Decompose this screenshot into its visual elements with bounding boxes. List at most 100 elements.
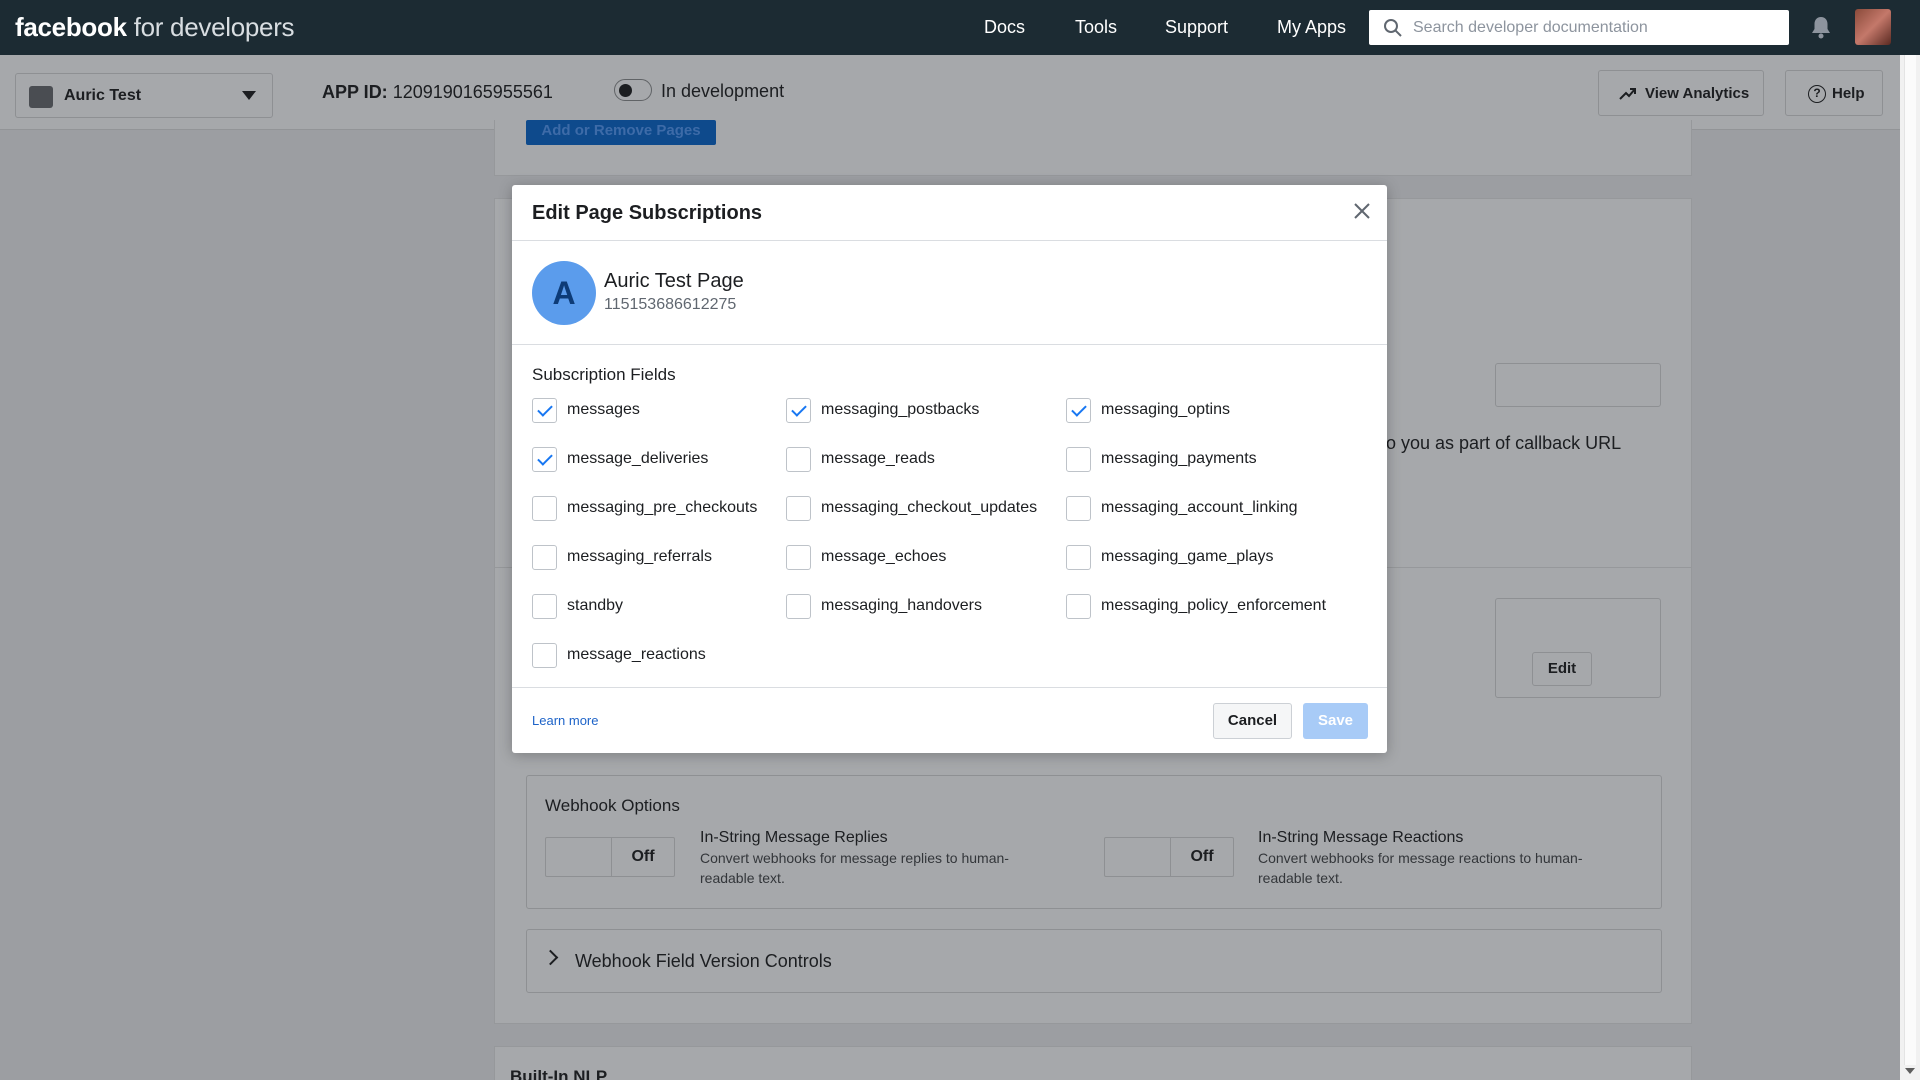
message-reactions-title: In-String Message Reactions (1258, 829, 1464, 846)
checkbox[interactable] (532, 593, 557, 619)
subscription-field-messaging-pre-checkouts[interactable]: messaging_pre_checkouts (532, 494, 757, 522)
checkbox[interactable] (532, 544, 557, 570)
edit-page-subscriptions-dialog: Edit Page Subscriptions A Auric Test Pag… (512, 185, 1387, 753)
checkbox-label: messaging_handovers (821, 597, 982, 614)
checkbox[interactable] (786, 593, 811, 619)
nav-link-docs[interactable]: Docs (984, 17, 1025, 38)
message-replies-description: Convert webhooks for message replies to … (700, 850, 1009, 886)
nav-link-my-apps[interactable]: My Apps (1277, 17, 1346, 38)
edit-subscription-button[interactable]: Edit (1532, 652, 1592, 686)
save-button[interactable]: Save (1303, 703, 1368, 739)
checkbox[interactable] (1066, 544, 1091, 570)
message-reactions-toggle-state: Off (1170, 838, 1233, 876)
checkbox[interactable] (532, 495, 557, 521)
checkbox[interactable] (532, 397, 557, 423)
chevron-down-icon (242, 91, 256, 100)
callback-url-field[interactable] (1495, 363, 1661, 407)
page-scrollbar[interactable] (1900, 55, 1920, 1080)
nlp-title: Built-In NLP (510, 1067, 608, 1080)
dialog-title: Edit Page Subscriptions (532, 202, 763, 224)
notifications-bell-icon[interactable] (1808, 14, 1834, 40)
checkbox[interactable] (1066, 397, 1091, 423)
app-id-value: 1209190165955561 (392, 82, 553, 102)
checkbox[interactable] (1066, 495, 1091, 521)
checkbox[interactable] (532, 446, 557, 472)
subscription-field-message-reactions[interactable]: message_reactions (532, 641, 706, 669)
app-selector-dropdown[interactable]: Auric Test (15, 73, 273, 118)
facebook-developers-logo[interactable]: facebook for developers (15, 12, 295, 43)
scroll-down-arrow-icon[interactable] (1905, 1068, 1915, 1074)
version-controls-label[interactable]: Webhook Field Version Controls (575, 951, 832, 972)
subscription-field-messages[interactable]: messages (532, 396, 640, 424)
subscription-field-messaging-policy-enforcement[interactable]: messaging_policy_enforcement (1066, 592, 1326, 620)
add-remove-pages-button[interactable]: Add or Remove Pages (526, 120, 716, 145)
checkbox[interactable] (786, 397, 811, 423)
message-replies-title: In-String Message Replies (700, 829, 888, 846)
subscription-field-messaging-optins[interactable]: messaging_optins (1066, 396, 1230, 424)
help-button[interactable]: ? Help (1785, 70, 1883, 116)
search-input[interactable]: Search developer documentation (1369, 10, 1789, 45)
checkbox-label: messaging_account_linking (1101, 499, 1298, 516)
scrollbar-thumb[interactable] (1904, 55, 1916, 1065)
checkbox[interactable] (786, 495, 811, 521)
page-id: 115153686612275 (604, 296, 737, 313)
page-info: A Auric Test Page 115153686612275 (512, 241, 1387, 345)
subscription-field-messaging-postbacks[interactable]: messaging_postbacks (786, 396, 979, 424)
nlp-card: Built-In NLP (494, 1046, 1692, 1080)
development-mode-toggle[interactable] (614, 79, 652, 101)
subscription-fields-label: Subscription Fields (532, 365, 676, 384)
page-name: Auric Test Page (604, 270, 744, 292)
checkbox-label: messaging_checkout_updates (821, 499, 1038, 516)
message-reactions-description: Convert webhooks for message reactions t… (1258, 850, 1583, 886)
dialog-header: Edit Page Subscriptions (512, 185, 1387, 241)
close-icon[interactable] (1350, 199, 1374, 223)
help-label: Help (1832, 85, 1865, 102)
app-name: Auric Test (64, 87, 142, 104)
dialog-footer: Learn more Cancel Save (512, 687, 1387, 753)
subscription-field-message-deliveries[interactable]: message_deliveries (532, 445, 708, 473)
message-replies-toggle-state: Off (611, 838, 674, 876)
user-avatar[interactable] (1855, 9, 1891, 45)
message-replies-toggle[interactable]: Off (545, 837, 675, 877)
checkbox-label: standby (567, 597, 624, 614)
view-analytics-button[interactable]: View Analytics (1598, 70, 1764, 116)
checkbox-label: messaging_game_plays (1101, 548, 1274, 565)
learn-more-link[interactable]: Learn more (532, 713, 598, 728)
checkbox[interactable] (532, 642, 557, 668)
app-id: APP ID: 1209190165955561 (322, 82, 553, 103)
subscription-field-message-reads[interactable]: message_reads (786, 445, 935, 473)
subscription-field-messaging-game-plays[interactable]: messaging_game_plays (1066, 543, 1274, 571)
brand-bold: facebook (15, 12, 127, 42)
checkbox-label: messaging_referrals (567, 548, 712, 565)
pages-card: Add or Remove Pages (494, 120, 1692, 176)
search-placeholder: Search developer documentation (1413, 19, 1648, 36)
subscription-field-messaging-referrals[interactable]: messaging_referrals (532, 543, 712, 571)
subscription-field-standby[interactable]: standby (532, 592, 623, 620)
nav-link-tools[interactable]: Tools (1075, 17, 1117, 38)
subscription-field-message-echoes[interactable]: message_echoes (786, 543, 946, 571)
checkbox-label: messaging_policy_enforcement (1101, 597, 1327, 614)
checkbox-label: messaging_postbacks (821, 401, 980, 418)
brand-light: for developers (133, 12, 295, 42)
checkbox-label: messaging_optins (1101, 401, 1230, 418)
app-bar: Auric Test APP ID: 1209190165955561 In d… (0, 55, 1900, 130)
checkbox[interactable] (1066, 446, 1091, 472)
checkbox[interactable] (1066, 593, 1091, 619)
message-reactions-toggle[interactable]: Off (1104, 837, 1234, 877)
top-navigation-bar: facebook for developers Docs Tools Suppo… (0, 0, 1920, 55)
checkbox-label: message_reactions (567, 646, 706, 663)
subscription-field-messaging-checkout-updates[interactable]: messaging_checkout_updates (786, 494, 1037, 522)
help-circle-icon: ? (1808, 85, 1826, 103)
checkbox[interactable] (786, 446, 811, 472)
view-analytics-label: View Analytics (1645, 85, 1750, 102)
subscription-field-messaging-payments[interactable]: messaging_payments (1066, 445, 1257, 473)
search-icon (1384, 19, 1402, 37)
nav-link-support[interactable]: Support (1165, 17, 1228, 38)
cancel-button[interactable]: Cancel (1213, 703, 1292, 739)
subscription-field-messaging-account-linking[interactable]: messaging_account_linking (1066, 494, 1298, 522)
subscription-field-messaging-handovers[interactable]: messaging_handovers (786, 592, 982, 620)
checkbox-label: message_reads (821, 450, 935, 467)
checkbox[interactable] (786, 544, 811, 570)
checkbox-label: messaging_pre_checkouts (567, 499, 758, 516)
checkbox-label: message_deliveries (567, 450, 709, 467)
